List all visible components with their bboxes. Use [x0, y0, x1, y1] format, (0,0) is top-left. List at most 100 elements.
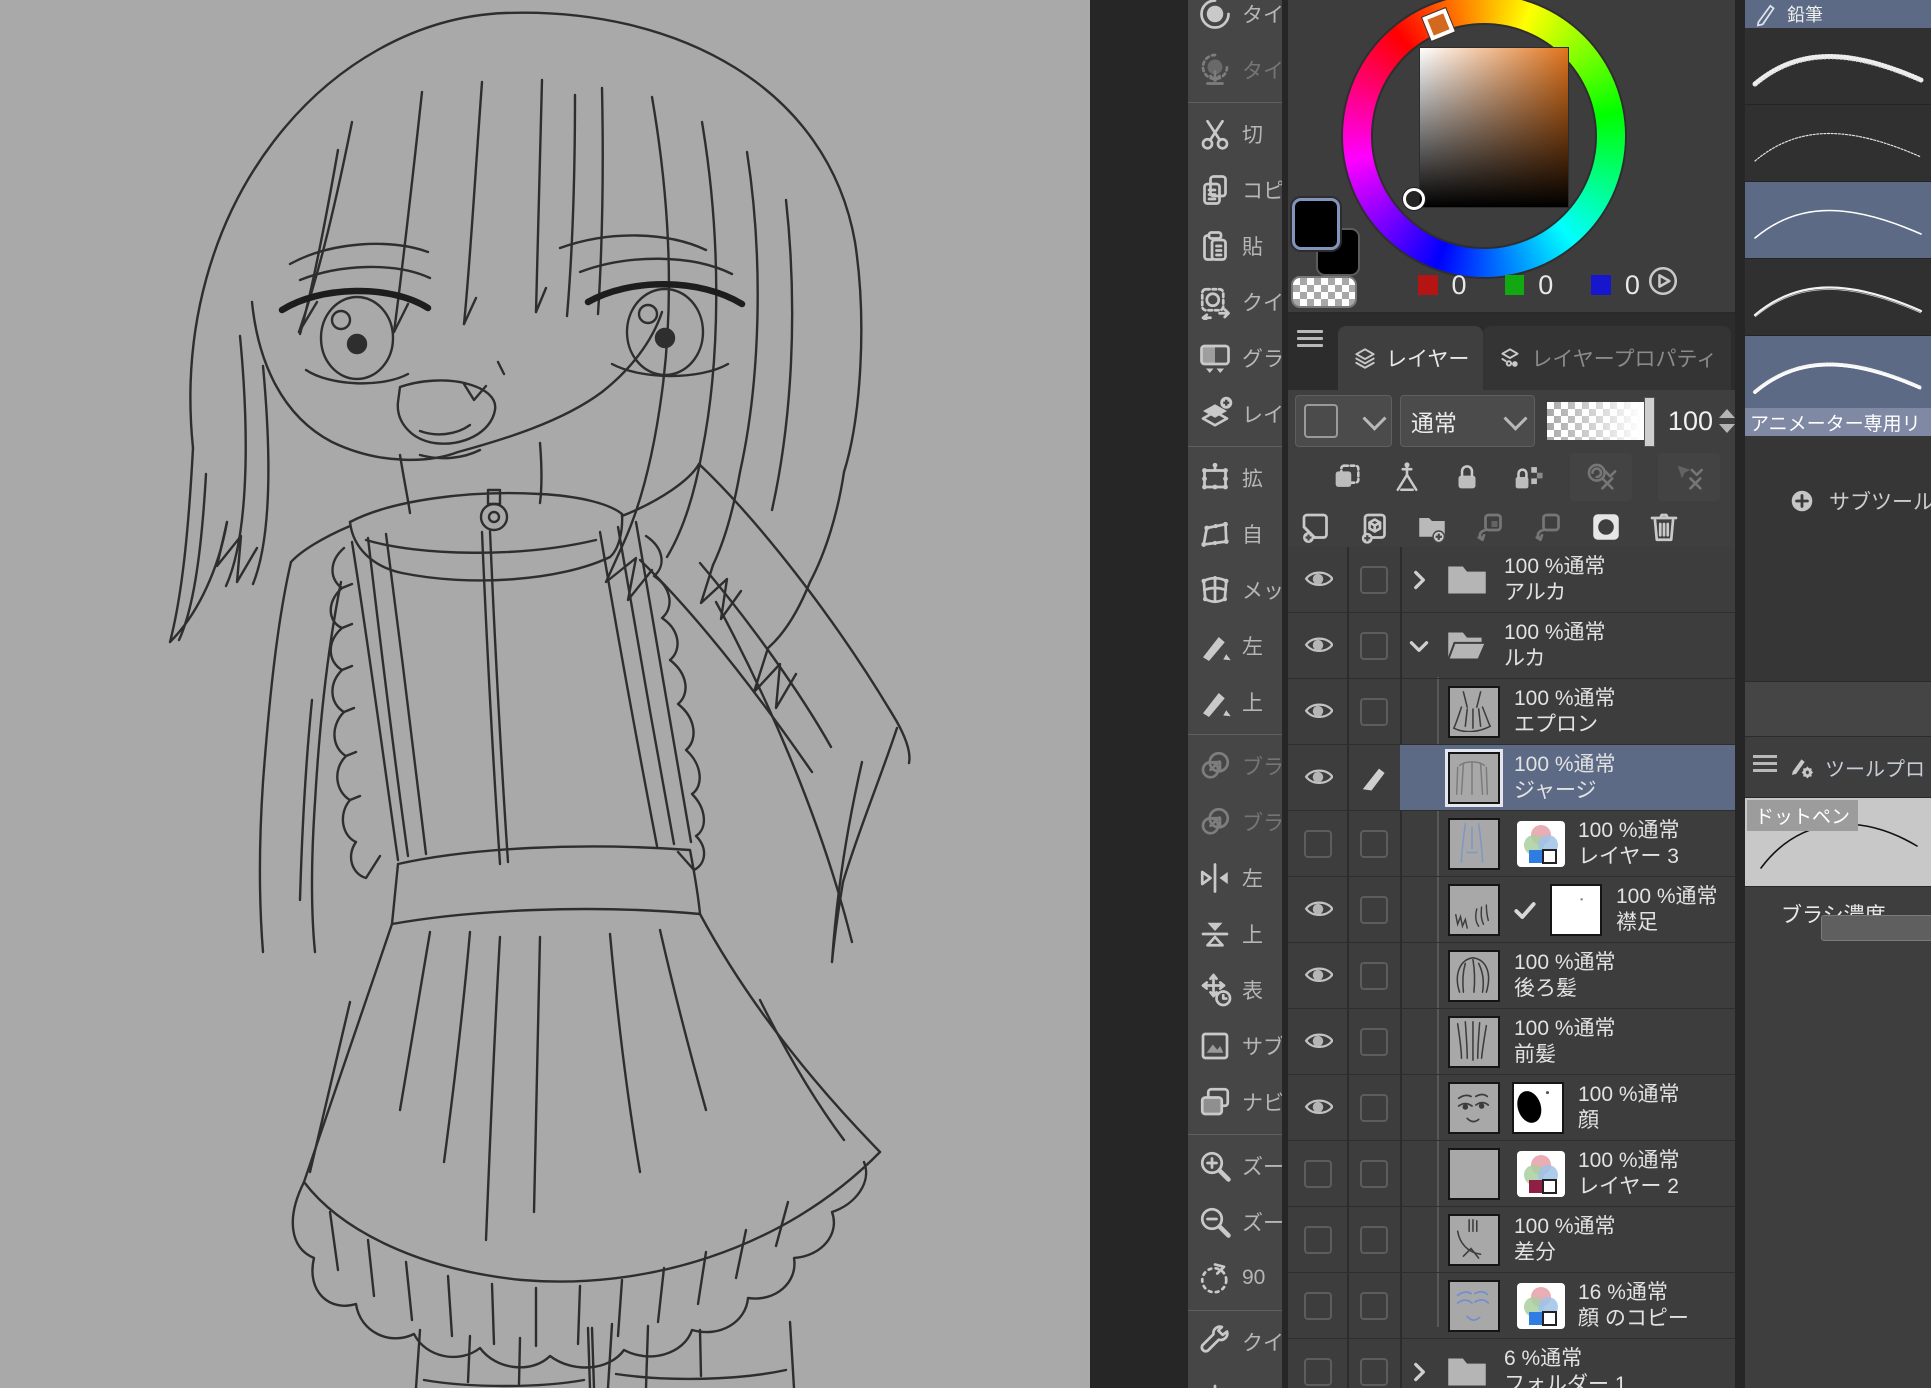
quick-access-item-flip-horizontal[interactable]: 左 — [1188, 850, 1282, 906]
visibility-checkbox[interactable] — [1288, 1160, 1347, 1188]
saturation-value-square[interactable] — [1419, 47, 1569, 208]
layer-thumbnail[interactable] — [1448, 752, 1500, 804]
editing-pen-icon[interactable] — [1347, 763, 1400, 793]
layer-checkbox[interactable] — [1347, 632, 1400, 660]
subtool-item-3[interactable] — [1745, 182, 1931, 259]
foreground-color-swatch[interactable] — [1292, 198, 1340, 250]
visibility-eye-icon[interactable] — [1288, 961, 1347, 991]
layer-mask-icon[interactable] — [1588, 509, 1624, 545]
delete-layer-icon[interactable] — [1646, 509, 1682, 545]
layer-row-フォルダー 1[interactable]: 6 %通常フォルダー 1 — [1288, 1339, 1735, 1388]
new-layer-object-icon[interactable] — [1356, 509, 1392, 545]
layer-row-レイヤー 2[interactable]: 100 %通常レイヤー 2 — [1288, 1141, 1735, 1207]
opacity-slider[interactable] — [1547, 402, 1653, 440]
layer-thumbnail[interactable] — [1448, 950, 1500, 1002]
quick-access-item-reset-display[interactable]: 表 — [1188, 962, 1282, 1018]
quick-access-item-sub-view[interactable]: サブ — [1188, 1018, 1282, 1074]
layer-checkbox[interactable] — [1347, 1160, 1400, 1188]
layer-thumbnail[interactable] — [1448, 686, 1500, 738]
layer-row-ルカ[interactable]: 100 %通常ルカ — [1288, 613, 1735, 679]
layer-checkbox[interactable] — [1347, 1226, 1400, 1254]
visibility-eye-icon[interactable] — [1288, 763, 1347, 793]
new-raster-layer-icon[interactable] — [1298, 509, 1334, 545]
visibility-eye-icon[interactable] — [1288, 1027, 1347, 1057]
subtool-item-2[interactable] — [1745, 105, 1931, 182]
quick-access-item-rotate-90[interactable]: 90 — [1188, 1250, 1282, 1306]
layer-checkbox[interactable] — [1347, 566, 1400, 594]
layer-thumbnail[interactable] — [1448, 884, 1500, 936]
layer-row-エプロン[interactable]: 100 %通常エプロン — [1288, 679, 1735, 745]
color-mixer-icon[interactable] — [1646, 264, 1680, 298]
brush-density-slider[interactable] — [1821, 915, 1931, 941]
opacity-stepper[interactable] — [1719, 409, 1735, 433]
layer-thumbnail[interactable] — [1448, 1016, 1500, 1068]
layer-row-レイヤー 3[interactable]: 100 %通常レイヤー 3 — [1288, 811, 1735, 877]
layer-thumbnail[interactable] — [1448, 1082, 1500, 1134]
visibility-eye-icon[interactable] — [1288, 565, 1347, 595]
layer-thumbnail[interactable] — [1448, 1214, 1500, 1266]
quick-access-item-new-layer[interactable]: レイ — [1188, 386, 1282, 442]
layer-checkbox[interactable] — [1347, 1358, 1400, 1386]
ruler-icon[interactable] — [1390, 460, 1424, 494]
new-folder-icon[interactable] — [1414, 509, 1450, 545]
subtool-item-5[interactable] — [1745, 336, 1931, 413]
brush-preview[interactable]: ドットペン — [1745, 797, 1931, 887]
quick-access-item-mesh-transform[interactable]: メッ — [1188, 562, 1282, 618]
quick-access-item-gradient[interactable]: グラ — [1188, 330, 1282, 386]
quick-access-item-zoom-out[interactable]: ズー — [1188, 1194, 1282, 1250]
opacity-slider-handle[interactable] — [1644, 397, 1655, 447]
layer-row-ジャージ[interactable]: 100 %通常ジャージ — [1288, 745, 1735, 811]
visibility-eye-icon[interactable] — [1288, 1093, 1347, 1123]
layer-row-顔[interactable]: 100 %通常顔 — [1288, 1075, 1735, 1141]
select-stock-icon[interactable] — [1330, 460, 1364, 494]
panel-menu-icon[interactable] — [1297, 330, 1323, 352]
quick-access-item-marker-pen[interactable]: 左 — [1188, 618, 1282, 674]
quick-access-item-cut[interactable]: 切 — [1188, 106, 1282, 162]
quick-access-item-timeline-play[interactable]: タイ — [1188, 0, 1282, 42]
tool-property-header[interactable]: ツールプロ — [1745, 737, 1931, 797]
visibility-checkbox[interactable] — [1288, 1292, 1347, 1320]
layer-row-襟足[interactable]: 100 %通常襟足 — [1288, 877, 1735, 943]
panel-menu-icon[interactable] — [1753, 755, 1777, 775]
quick-access-item-paste[interactable]: 貼 — [1188, 218, 1282, 274]
subtool-group-header[interactable]: 鉛筆 — [1745, 0, 1931, 28]
layer-row-後ろ髪[interactable]: 100 %通常後ろ髪 — [1288, 943, 1735, 1009]
layer-mask-thumbnail[interactable] — [1550, 884, 1602, 936]
tab-layers[interactable]: レイヤー — [1338, 326, 1483, 390]
layer-checkbox[interactable] — [1347, 698, 1400, 726]
add-subtool-button[interactable]: サブツール — [1789, 486, 1931, 516]
layer-row-アルカ[interactable]: 100 %通常アルカ — [1288, 547, 1735, 613]
layer-row-前髪[interactable]: 100 %通常前髪 — [1288, 1009, 1735, 1075]
visibility-checkbox[interactable] — [1288, 1358, 1347, 1386]
blend-mode-dropdown[interactable]: 通常 — [1400, 395, 1535, 447]
lock-transparent-icon[interactable] — [1510, 460, 1544, 494]
layer-thumbnail[interactable] — [1448, 818, 1500, 870]
quick-access-item-navigator[interactable]: ナビ — [1188, 1074, 1282, 1130]
subtool-item-1[interactable] — [1745, 28, 1931, 105]
canvas[interactable] — [0, 0, 1090, 1388]
quick-access-item-quick-mask[interactable]: クイ — [1188, 274, 1282, 330]
palette-color-dropdown[interactable] — [1295, 395, 1392, 447]
layer-checkbox[interactable] — [1347, 1094, 1400, 1122]
lock-icon[interactable] — [1450, 460, 1484, 494]
layer-checkbox[interactable] — [1347, 962, 1400, 990]
quick-access-item-shortcut-gear[interactable]: ショ — [1188, 1370, 1282, 1388]
subtool-item-4[interactable] — [1745, 259, 1931, 336]
sv-marker[interactable] — [1403, 188, 1425, 210]
visibility-eye-icon[interactable] — [1288, 895, 1347, 925]
layer-mask-thumbnail[interactable] — [1512, 1082, 1564, 1134]
visibility-checkbox[interactable] — [1288, 830, 1347, 858]
tab-layer-property[interactable]: レイヤープロパティ — [1483, 326, 1731, 390]
quick-access-item-scale-transform[interactable]: 拡 — [1188, 450, 1282, 506]
layer-row-差分[interactable]: 100 %通常差分 — [1288, 1207, 1735, 1273]
layer-row-顔 のコピー[interactable]: 16 %通常顔 のコピー — [1288, 1273, 1735, 1339]
visibility-eye-icon[interactable] — [1288, 697, 1347, 727]
quick-access-item-zoom-in[interactable]: ズー — [1188, 1138, 1282, 1194]
layer-checkbox[interactable] — [1347, 896, 1400, 924]
quick-access-item-flip-vertical[interactable]: 上 — [1188, 906, 1282, 962]
layer-checkbox[interactable] — [1347, 1292, 1400, 1320]
layer-thumbnail[interactable] — [1448, 1280, 1500, 1332]
transparent-color-swatch[interactable] — [1291, 276, 1357, 308]
visibility-eye-icon[interactable] — [1288, 631, 1347, 661]
quick-access-item-marker-pen[interactable]: 上 — [1188, 674, 1282, 730]
